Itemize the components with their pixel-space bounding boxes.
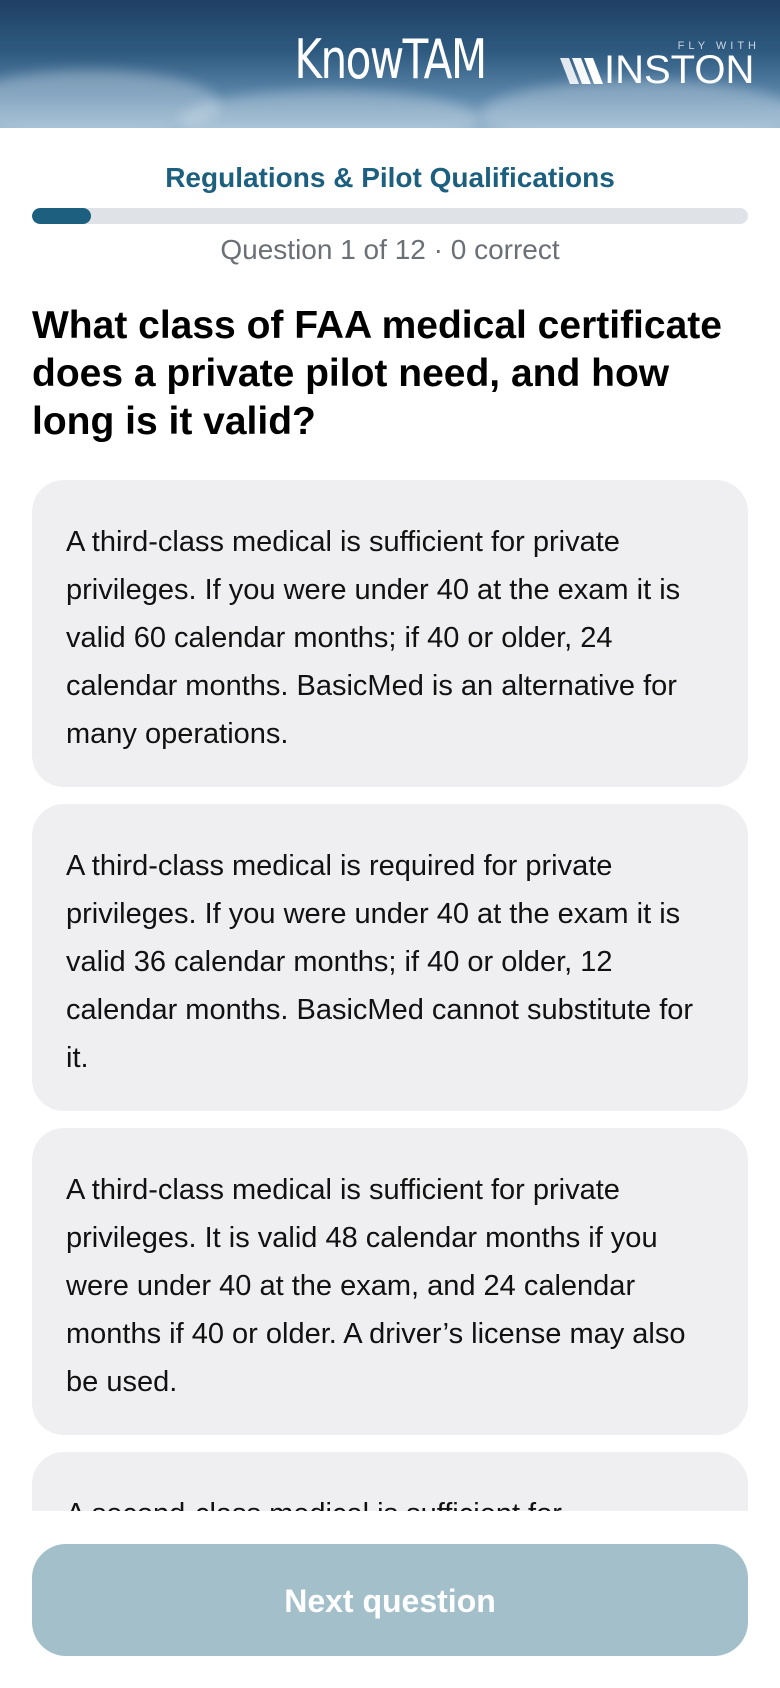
cloud-decoration	[180, 90, 480, 128]
question-text: What class of FAA medical certificate do…	[32, 304, 722, 443]
question-counter: Question 1 of 12 · 0 correct	[220, 234, 560, 265]
partner-logo: FLY WITH INSTON	[560, 40, 760, 92]
header-banner: KnowTAM FLY WITH INSTON	[0, 0, 780, 128]
answer-option-3[interactable]: A third-class medical is sufficient for …	[32, 1128, 748, 1435]
answer-option-2[interactable]: A third-class medical is required for pr…	[32, 804, 748, 1111]
progress-bar	[32, 208, 748, 224]
answer-option-4[interactable]: A second-class medical is sufficient for	[32, 1452, 748, 1511]
partner-name: INSTON	[604, 48, 755, 92]
answer-option-1[interactable]: A third-class medical is sufficient for …	[32, 480, 748, 787]
winston-w-icon	[560, 58, 603, 84]
next-question-button[interactable]: Next question	[32, 1544, 748, 1656]
quiz-category: Regulations & Pilot Qualifications	[165, 162, 615, 193]
progress-fill	[32, 208, 92, 224]
answer-list: A third-class medical is sufficient for …	[32, 480, 748, 1511]
